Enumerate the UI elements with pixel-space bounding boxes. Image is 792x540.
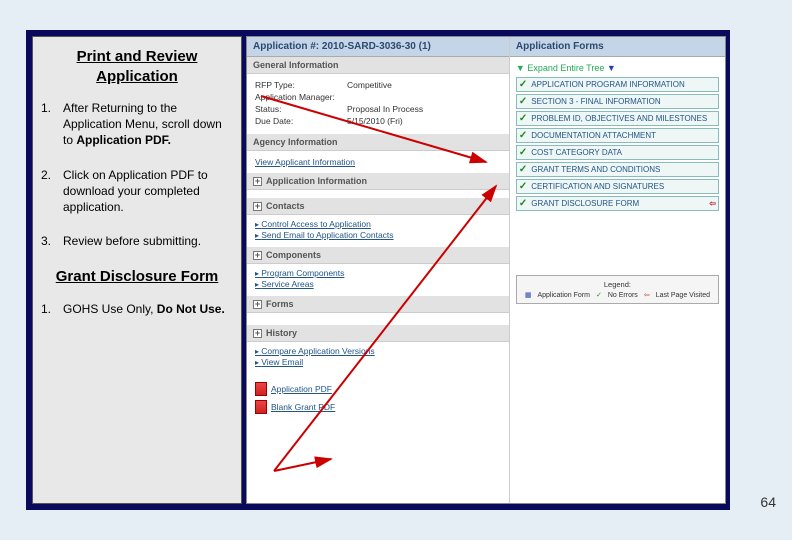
section-history-header[interactable]: +History bbox=[247, 325, 509, 342]
form-item[interactable]: ✓COST CATEGORY DATA bbox=[516, 145, 719, 160]
instructions-list: 1. After Returning to the Application Me… bbox=[41, 100, 233, 249]
step-text: Review before submitting. bbox=[63, 233, 233, 249]
expand-icon[interactable]: + bbox=[253, 251, 262, 260]
check-icon: ✓ bbox=[519, 79, 527, 90]
legend-title: Legend: bbox=[521, 280, 714, 289]
form-item[interactable]: ✓CERTIFICATION AND SIGNATURES bbox=[516, 179, 719, 194]
step-number: 1. bbox=[41, 301, 63, 317]
components-links: Program Components Service Areas bbox=[247, 264, 509, 296]
instructions-subheading: Grant Disclosure Form bbox=[41, 267, 233, 287]
left-column: Application #: 2010-SARD-3036-30 (1) Gen… bbox=[247, 37, 510, 503]
view-applicant-link[interactable]: View Applicant Information bbox=[255, 157, 355, 167]
blank-grant-pdf-link[interactable]: Blank Grant PDF bbox=[247, 398, 509, 416]
check-icon: ✓ bbox=[519, 113, 527, 124]
expand-icon[interactable]: + bbox=[253, 202, 262, 211]
step-text: Click on Application PDF to download you… bbox=[63, 167, 233, 216]
contact-link[interactable]: Control Access to Application bbox=[255, 219, 501, 229]
instruction-step: 1. GOHS Use Only, Do Not Use. bbox=[41, 301, 233, 317]
section-agency-header: Agency Information bbox=[247, 134, 509, 151]
contacts-links: Control Access to Application Send Email… bbox=[247, 215, 509, 247]
history-links: Compare Application Versions View Email bbox=[247, 342, 509, 374]
application-pdf-link[interactable]: Application PDF bbox=[247, 380, 509, 398]
agency-info: View Applicant Information bbox=[247, 151, 509, 173]
pdf-icon bbox=[255, 400, 267, 414]
expand-icon[interactable]: + bbox=[253, 329, 262, 338]
step-text: GOHS Use Only, Do Not Use. bbox=[63, 301, 233, 317]
section-components-header[interactable]: +Components bbox=[247, 247, 509, 264]
history-link[interactable]: View Email bbox=[255, 357, 501, 367]
pdf-icon bbox=[255, 382, 267, 396]
application-screenshot: Application #: 2010-SARD-3036-30 (1) Gen… bbox=[246, 36, 726, 504]
legend-icon: ✓ bbox=[596, 291, 602, 299]
form-item[interactable]: ✓PROBLEM ID, OBJECTIVES AND MILESTONES bbox=[516, 111, 719, 126]
step-number: 2. bbox=[41, 167, 63, 216]
component-link[interactable]: Service Areas bbox=[255, 279, 501, 289]
step-text: After Returning to the Application Menu,… bbox=[63, 100, 233, 149]
form-item-disclosure[interactable]: ✓GRANT DISCLOSURE FORM⇦ bbox=[516, 196, 719, 211]
form-item[interactable]: ✓APPLICATION PROGRAM INFORMATION bbox=[516, 77, 719, 92]
expand-icon[interactable]: + bbox=[253, 300, 262, 309]
legend-icon: ▦ bbox=[525, 291, 532, 299]
form-item[interactable]: ✓DOCUMENTATION ATTACHMENT bbox=[516, 128, 719, 143]
form-item[interactable]: ✓GRANT TERMS AND CONDITIONS bbox=[516, 162, 719, 177]
step-number: 1. bbox=[41, 100, 63, 149]
form-item[interactable]: ✓SECTION 3 - FINAL INFORMATION bbox=[516, 94, 719, 109]
check-icon: ✓ bbox=[519, 147, 527, 158]
legend-icon: ⇦ bbox=[644, 291, 650, 299]
component-link[interactable]: Program Components bbox=[255, 268, 501, 278]
instructions-title: Print and Review Application bbox=[41, 47, 233, 86]
general-info: RFP Type:Competitive Application Manager… bbox=[247, 74, 509, 134]
section-contacts-header[interactable]: +Contacts bbox=[247, 198, 509, 215]
instruction-step: 1. After Returning to the Application Me… bbox=[41, 100, 233, 149]
instructions-panel: Print and Review Application 1. After Re… bbox=[32, 36, 242, 504]
check-icon: ✓ bbox=[519, 198, 527, 209]
last-visited-icon: ⇦ bbox=[709, 199, 716, 208]
app-header: Application #: 2010-SARD-3036-30 (1) bbox=[247, 37, 509, 57]
step-number: 3. bbox=[41, 233, 63, 249]
right-column: Application Forms Expand Entire Tree ✓AP… bbox=[510, 37, 725, 503]
section-appinfo-header[interactable]: +Application Information bbox=[247, 173, 509, 190]
section-general-header: General Information bbox=[247, 57, 509, 74]
legend-box: Legend: ▦Application Form ✓No Errors ⇦La… bbox=[516, 275, 719, 304]
check-icon: ✓ bbox=[519, 181, 527, 192]
contact-link[interactable]: Send Email to Application Contacts bbox=[255, 230, 501, 240]
check-icon: ✓ bbox=[519, 130, 527, 141]
instruction-step: 3. Review before submitting. bbox=[41, 233, 233, 249]
expand-icon[interactable]: + bbox=[253, 177, 262, 186]
history-link[interactable]: Compare Application Versions bbox=[255, 346, 501, 356]
forms-header: Application Forms bbox=[510, 37, 725, 57]
instructions-sub-list: 1. GOHS Use Only, Do Not Use. bbox=[41, 301, 233, 317]
instruction-step: 2. Click on Application PDF to download … bbox=[41, 167, 233, 216]
check-icon: ✓ bbox=[519, 164, 527, 175]
page-number: 64 bbox=[760, 494, 776, 510]
forms-tree: Expand Entire Tree ✓APPLICATION PROGRAM … bbox=[510, 57, 725, 215]
check-icon: ✓ bbox=[519, 96, 527, 107]
section-forms-header[interactable]: +Forms bbox=[247, 296, 509, 313]
expand-tree-link[interactable]: Expand Entire Tree bbox=[516, 61, 719, 77]
